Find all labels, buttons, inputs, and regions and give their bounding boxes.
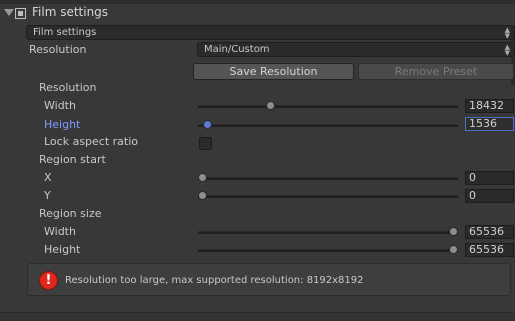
region-start-title: Region start (39, 153, 106, 166)
height-label: Height (44, 118, 81, 131)
remove-preset-button[interactable]: Remove Preset (358, 63, 514, 80)
error-message: Resolution too large, max supported reso… (65, 275, 364, 286)
preset-dropdown-value: Film settings (33, 27, 97, 38)
region-x-slider-thumb[interactable] (198, 173, 207, 182)
region-size-title: Region size (39, 207, 102, 220)
header-title: Film settings (32, 5, 109, 19)
resolution-label: Resolution (29, 43, 87, 56)
top-divider (0, 0, 515, 4)
width-slider-thumb[interactable] (265, 101, 275, 110)
region-width-label: Width (44, 225, 76, 238)
height-slider-track[interactable] (198, 124, 458, 127)
height-field[interactable]: 1536 (465, 117, 514, 131)
region-x-label: X (44, 171, 52, 184)
width-slider-track[interactable] (198, 105, 458, 108)
save-resolution-button[interactable]: Save Resolution (193, 63, 354, 80)
preset-dropdown[interactable]: Film settings ▲ ▼ (26, 25, 515, 40)
error-icon: ! (39, 271, 58, 290)
region-width-field[interactable]: 65536 (465, 225, 514, 239)
resolution-dropdown[interactable]: Main/Custom ▲ ▼ (197, 42, 515, 57)
collapse-arrow-icon[interactable] (4, 9, 14, 16)
width-field[interactable]: 18432 (465, 99, 514, 113)
component-toggle-checkbox[interactable] (15, 8, 26, 19)
region-x-slider-track[interactable] (198, 177, 458, 180)
region-y-label: Y (44, 189, 51, 202)
region-height-slider-thumb[interactable] (449, 245, 458, 254)
region-height-label: Height (44, 243, 81, 256)
dropdown-arrows-icon: ▲ ▼ (504, 43, 510, 57)
region-y-slider-thumb[interactable] (198, 191, 207, 200)
height-slider-thumb[interactable] (203, 120, 213, 129)
lock-aspect-checkbox[interactable] (199, 137, 212, 150)
region-y-slider-track[interactable] (198, 195, 458, 198)
region-height-field[interactable]: 65536 (465, 243, 514, 257)
region-height-slider-track[interactable] (198, 249, 458, 252)
error-helpbox: ! Resolution too large, max supported re… (27, 263, 511, 296)
lock-aspect-label: Lock aspect ratio (44, 135, 139, 148)
resolution-dropdown-value: Main/Custom (204, 44, 270, 55)
region-y-field[interactable]: 0 (465, 189, 514, 203)
region-x-field[interactable]: 0 (465, 171, 514, 185)
width-label: Width (44, 99, 76, 112)
resolution-section-title: Resolution (39, 81, 97, 94)
region-width-slider-thumb[interactable] (449, 227, 458, 236)
dropdown-arrows-icon: ▲ ▼ (504, 26, 510, 40)
region-width-slider-track[interactable] (198, 231, 458, 234)
